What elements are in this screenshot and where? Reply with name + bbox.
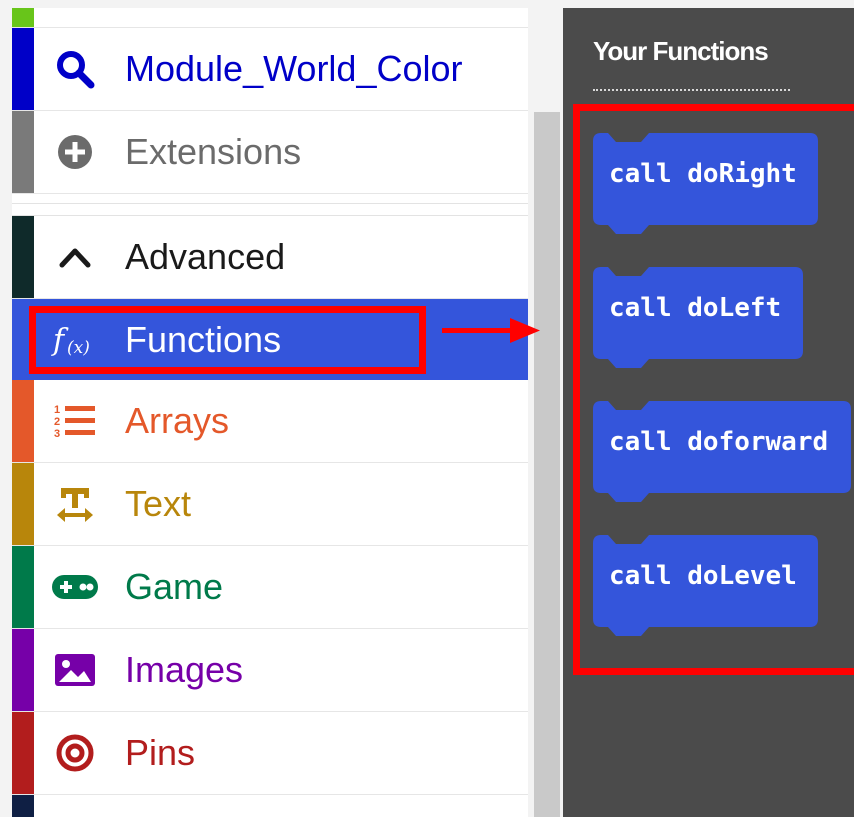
- category-images[interactable]: Images: [12, 629, 528, 712]
- category-label: Pins: [125, 732, 196, 773]
- screen: Module_World_Color Extensions Advanced f…: [0, 0, 854, 817]
- flyout-title-underline: [593, 89, 790, 91]
- arrow-right-icon: [442, 318, 540, 343]
- svg-text:2: 2: [54, 416, 60, 428]
- category-next-sliver[interactable]: [12, 795, 528, 817]
- category-label: Module_World_Color: [125, 48, 463, 89]
- category-color-bar: [12, 546, 34, 628]
- category-color-bar: [12, 111, 34, 193]
- category-pins[interactable]: Pins: [12, 712, 528, 795]
- category-label: Arrays: [125, 400, 230, 441]
- toolbox-separator: [12, 203, 528, 216]
- category-label: Images: [125, 649, 244, 690]
- category-color-bar: [12, 795, 34, 817]
- flyout-title: Your Functions: [593, 36, 769, 66]
- image-icon: [50, 645, 100, 695]
- category-module-world-color[interactable]: Module_World_Color: [12, 28, 528, 111]
- category-advanced[interactable]: Advanced: [12, 216, 528, 299]
- target-icon: [50, 728, 100, 778]
- category-arrays[interactable]: 1 2 3 Arrays: [12, 380, 528, 463]
- chevron-up-icon: [50, 232, 100, 282]
- category-color-bar: [12, 712, 34, 794]
- category-text[interactable]: Text: [12, 463, 528, 546]
- category-color-bar: [12, 216, 34, 298]
- category-previous-sliver[interactable]: [12, 8, 528, 28]
- svg-text:1: 1: [54, 404, 60, 416]
- toolbox: Module_World_Color Extensions Advanced f…: [12, 8, 528, 817]
- list-icon: 1 2 3: [50, 396, 100, 446]
- category-label: Text: [125, 483, 192, 524]
- category-label: Advanced: [125, 236, 286, 277]
- category-extensions[interactable]: Extensions: [12, 111, 528, 194]
- category-label: Extensions: [125, 131, 302, 172]
- gamepad-icon: [50, 562, 100, 612]
- category-color-bar: [12, 28, 34, 110]
- highlight-box-functions: [29, 306, 426, 374]
- highlight-box-blocks: [573, 104, 854, 675]
- category-color-bar: [12, 463, 34, 545]
- svg-text:3: 3: [54, 428, 60, 440]
- category-color-bar: [12, 629, 34, 711]
- search-icon: [50, 44, 100, 94]
- category-label: Game: [125, 566, 224, 607]
- category-game[interactable]: Game: [12, 546, 528, 629]
- category-color-bar: [12, 8, 34, 27]
- text-icon: [50, 479, 100, 529]
- plus-circle-icon: [50, 127, 100, 177]
- category-color-bar: [12, 380, 34, 462]
- toolbox-scrollbar-thumb[interactable]: [534, 112, 560, 817]
